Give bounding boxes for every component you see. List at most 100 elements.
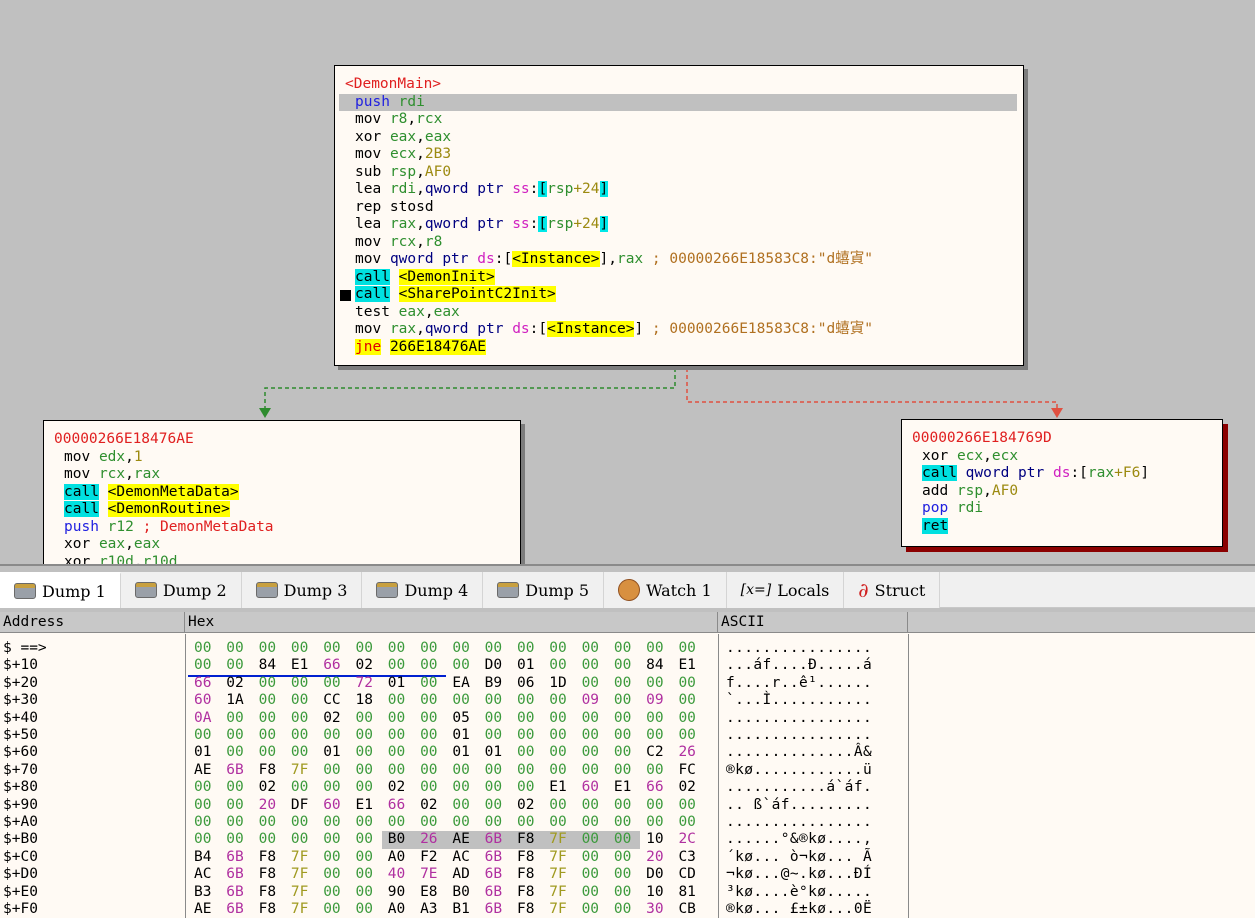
hex-byte[interactable]: 7F	[543, 884, 575, 901]
tab-dump-5[interactable]: Dump 5	[483, 572, 605, 608]
instruction-line[interactable]: push r12 ; DemonMetaData	[52, 519, 512, 537]
hex-byte[interactable]: 00	[285, 779, 317, 796]
hex-byte[interactable]: 00	[188, 797, 220, 814]
hex-byte[interactable]: A0	[382, 901, 414, 918]
hex-byte[interactable]: 00	[576, 866, 608, 883]
hex-byte[interactable]: EA	[446, 675, 478, 692]
hex-byte[interactable]: 00	[576, 901, 608, 918]
hex-byte[interactable]: 26	[414, 831, 447, 849]
hex-byte[interactable]: 00	[253, 831, 285, 848]
hex-byte[interactable]: F8	[253, 762, 285, 779]
hex-byte[interactable]: AD	[446, 866, 478, 883]
dump-hex-row[interactable]: 0A 00 00 00 02 00 00 00 05 00 00 00 00 00 00 00	[188, 710, 705, 727]
dump-hex-row[interactable]: 00 00 84 E1 66 02 00 00 00 D0 01 00 00 00 84 E1	[188, 657, 705, 677]
hex-byte[interactable]: 00	[640, 640, 672, 657]
hex-byte[interactable]: 7F	[285, 866, 317, 883]
hex-byte[interactable]: 00	[253, 640, 285, 657]
hex-byte[interactable]: D0	[479, 657, 511, 674]
hex-byte[interactable]: 00	[285, 831, 317, 848]
dump-hex-row[interactable]: AE 6B F8 7F 00 00 A0 A3 B1 6B F8 7F 00 00 30 CB	[188, 901, 705, 918]
dump-hex-row[interactable]: 00 00 20 DF 60 E1 66 02 00 00 02 00 00 00 00 00	[188, 797, 705, 814]
hex-byte[interactable]: 00	[285, 692, 317, 709]
hex-byte[interactable]: 00	[511, 692, 543, 709]
dump-hex-row[interactable]: 00 00 02 00 00 00 02 00 00 00 00 E1 60 E1 66 02	[188, 779, 705, 796]
hex-byte[interactable]: 00	[511, 710, 543, 727]
hex-byte[interactable]: 00	[576, 744, 608, 761]
hex-byte[interactable]: 00	[479, 692, 511, 709]
hex-byte[interactable]: 00	[672, 727, 704, 744]
hex-byte[interactable]: F8	[511, 849, 543, 866]
hex-byte[interactable]: 00	[382, 640, 414, 657]
hex-byte[interactable]: 00	[285, 675, 317, 692]
instruction-line[interactable]: call <DemonInit>	[343, 268, 1015, 287]
hex-byte[interactable]: 00	[640, 675, 672, 692]
hex-byte[interactable]: 00	[543, 744, 575, 761]
hex-byte[interactable]: 00	[543, 814, 575, 831]
hex-byte[interactable]: 00	[576, 675, 608, 692]
hex-byte[interactable]: 7F	[285, 901, 317, 918]
hex-byte[interactable]: 00	[382, 744, 414, 761]
hex-byte[interactable]: 00	[672, 710, 704, 727]
hex-byte[interactable]: 0A	[188, 710, 220, 727]
dump-hex-row[interactable]: 00 00 00 00 00 00 00 00 00 00 00 00 00 00 00 00	[188, 640, 705, 657]
hex-byte[interactable]: 00	[608, 657, 640, 674]
hex-byte[interactable]: 00	[317, 884, 349, 901]
block-label[interactable]: <DemonMain>	[343, 76, 1015, 94]
hex-byte[interactable]: 00	[188, 831, 220, 848]
hex-byte[interactable]: 00	[608, 675, 640, 692]
instruction-line[interactable]: pop rdi	[910, 500, 1214, 518]
hex-byte[interactable]: AE	[188, 762, 220, 779]
hex-byte[interactable]: B0	[381, 831, 415, 849]
hex-byte[interactable]: 00	[188, 779, 220, 796]
hex-byte[interactable]: 00	[608, 797, 640, 814]
hex-byte[interactable]: 05	[446, 710, 478, 727]
hex-byte[interactable]: B3	[188, 884, 220, 901]
hex-byte[interactable]: 20	[253, 797, 285, 814]
instruction-line[interactable]: mov rcx,r8	[343, 234, 1015, 252]
hex-byte[interactable]: F8	[253, 866, 285, 883]
hex-byte[interactable]: 00	[511, 814, 543, 831]
hex-byte[interactable]: 01	[479, 744, 511, 761]
hex-byte[interactable]: 00	[188, 814, 220, 831]
hex-byte[interactable]: 00	[608, 727, 640, 744]
hex-byte[interactable]: 40	[382, 866, 414, 883]
hex-byte[interactable]: 00	[414, 779, 446, 796]
hex-byte[interactable]: E1	[543, 779, 575, 796]
hex-byte[interactable]: 6B	[479, 849, 511, 866]
hex-byte[interactable]: 66	[640, 779, 672, 796]
instruction-line[interactable]: call <DemonMetaData>	[52, 483, 512, 502]
block-label[interactable]: 00000266E18476AE	[52, 431, 512, 449]
hex-byte[interactable]: 00	[349, 849, 381, 866]
hex-byte[interactable]: 00	[285, 710, 317, 727]
instruction-line[interactable]: push rdi	[339, 93, 1017, 111]
hex-byte[interactable]: 00	[511, 762, 543, 779]
instruction-line[interactable]: xor r10d,r10d	[52, 554, 512, 565]
hex-byte[interactable]: 00	[220, 779, 252, 796]
hex-byte[interactable]: 00	[446, 779, 478, 796]
hex-byte[interactable]: 00	[349, 901, 381, 918]
hex-byte[interactable]: 7E	[414, 866, 446, 883]
hex-byte[interactable]: 00	[414, 675, 446, 692]
hex-byte[interactable]: 00	[640, 727, 672, 744]
dump-hex-row[interactable]: 01 00 00 00 01 00 00 00 01 01 00 00 00 00 C2 26	[188, 744, 705, 761]
hex-byte[interactable]: D0	[640, 866, 672, 883]
hex-byte[interactable]: 1A	[220, 692, 252, 709]
hex-byte[interactable]: B0	[446, 884, 478, 901]
dump-hex-row[interactable]: B4 6B F8 7F 00 00 A0 F2 AC 6B F8 7F 00 00 20 C3	[188, 849, 705, 866]
hex-byte[interactable]: 00	[382, 814, 414, 831]
hex-byte[interactable]: 00	[253, 675, 285, 692]
hex-byte[interactable]: 00	[414, 710, 446, 727]
hex-byte[interactable]: 00	[672, 675, 704, 692]
hex-byte[interactable]: 02	[317, 710, 349, 727]
instruction-line[interactable]: sub rsp,AF0	[343, 164, 1015, 182]
hex-byte[interactable]: 72	[349, 675, 381, 692]
hex-byte[interactable]: 7F	[285, 762, 317, 779]
hex-byte[interactable]: 00	[253, 692, 285, 709]
hex-byte[interactable]: 00	[382, 762, 414, 779]
hex-byte[interactable]: 00	[414, 762, 446, 779]
hex-byte[interactable]: 00	[317, 640, 349, 657]
hex-byte[interactable]: 00	[220, 797, 252, 814]
hex-byte[interactable]: 00	[253, 744, 285, 761]
hex-byte[interactable]: 00	[253, 727, 285, 744]
column-header-hex[interactable]: Hex	[185, 612, 718, 633]
